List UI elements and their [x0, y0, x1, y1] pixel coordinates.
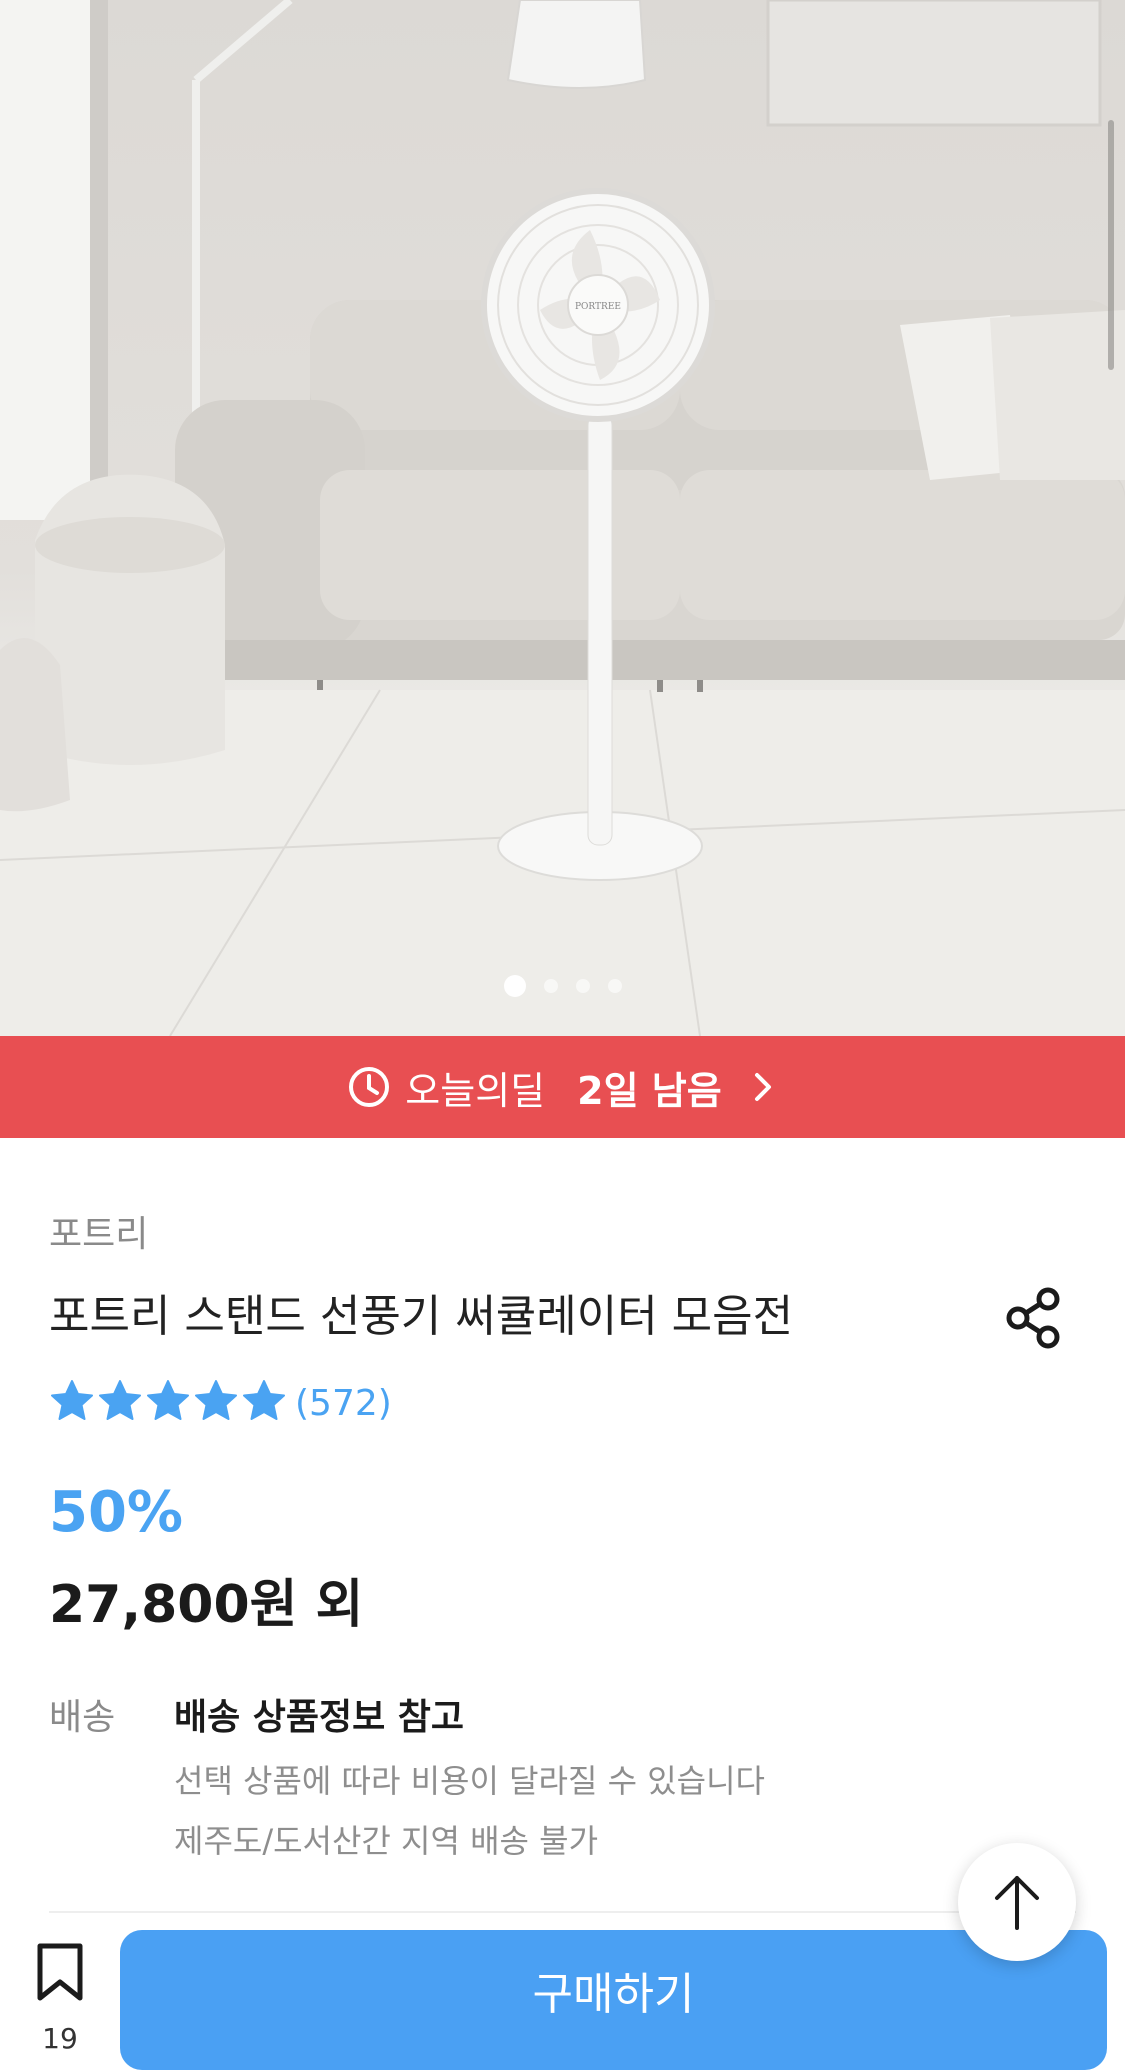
- star-icon: [243, 1380, 285, 1420]
- share-icon[interactable]: [1004, 1286, 1064, 1350]
- star-icon: [147, 1380, 189, 1420]
- product-image-carousel[interactable]: PORTREE: [0, 0, 1125, 1036]
- product-title: 포트리 스탠드 선풍기 써큘레이터 모음전: [49, 1291, 794, 1342]
- today-deal-banner[interactable]: 오늘의딜 2일 남음: [0, 1036, 1125, 1138]
- carousel-indicator: [0, 975, 1125, 997]
- shipping-note: 제주도/도서산간 지역 배송 불가: [174, 1822, 599, 1860]
- sale-price: 27,800원 외: [49, 1575, 364, 1635]
- bookmark-count: 19: [42, 2022, 78, 2055]
- chevron-right-icon: [754, 1073, 771, 1101]
- review-count[interactable]: (572): [295, 1383, 392, 1424]
- scroll-to-top-button[interactable]: [958, 1843, 1076, 1961]
- shipping-label: 배송: [49, 1697, 116, 1738]
- carousel-dot[interactable]: [607, 979, 622, 993]
- star-icon: [195, 1380, 237, 1420]
- shipping-title: 배송 상품정보 참고: [174, 1697, 465, 1738]
- deal-remaining: 2일 남음: [577, 1068, 722, 1113]
- discount-rate: 50%: [49, 1480, 184, 1545]
- bookmark-icon[interactable]: [30, 1940, 90, 2004]
- carousel-dot[interactable]: [575, 979, 590, 993]
- divider: [49, 1911, 1076, 1913]
- arrow-up-icon: [995, 1876, 1039, 1930]
- star-icon: [51, 1380, 93, 1420]
- star-icon: [99, 1380, 141, 1420]
- carousel-dot[interactable]: [543, 979, 558, 993]
- carousel-dot[interactable]: [503, 975, 526, 997]
- deal-label: 오늘의딜: [405, 1068, 546, 1113]
- fan-logo: PORTREE: [575, 302, 621, 312]
- brand-name[interactable]: 포트리: [49, 1205, 148, 1257]
- buy-button[interactable]: 구매하기: [120, 1930, 1107, 2070]
- star-rating: [49, 1378, 289, 1428]
- rating-row[interactable]: (572): [49, 1378, 392, 1428]
- shipping-note: 선택 상품에 따라 비용이 달라질 수 있습니다: [174, 1762, 765, 1800]
- product-photo: PORTREE: [0, 0, 1125, 1036]
- clock-icon: [349, 1067, 390, 1107]
